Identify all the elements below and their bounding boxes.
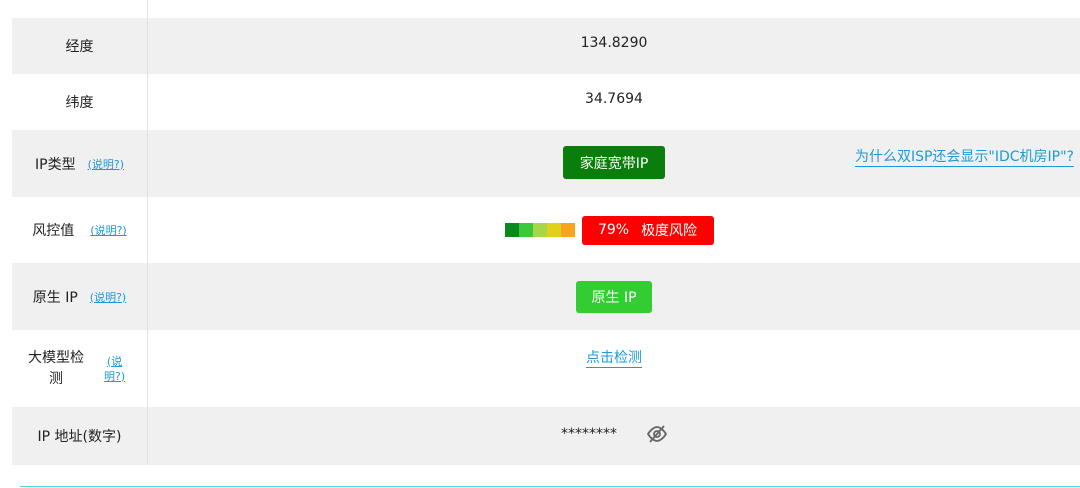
native-ip-label: 原生 IP (说明?)	[12, 263, 148, 330]
native-ip-value-cell: 原生 IP	[148, 263, 1080, 330]
table-row-native-ip: 原生 IP (说明?) 原生 IP	[12, 263, 1080, 330]
latitude-value-cell: 34.7694	[148, 74, 1080, 130]
llm-check-value-cell: 点击检测	[148, 330, 1080, 407]
risk-scale-segment-4	[546, 223, 561, 237]
ip-type-help-link[interactable]: (说明?)	[88, 156, 124, 172]
llm-check-link[interactable]: 点击检测	[586, 349, 642, 368]
ip-numeric-masked-value: ********	[561, 426, 617, 442]
llm-check-label-text: 大模型检 测	[28, 349, 84, 387]
longitude-value: 134.8290	[580, 35, 648, 51]
risk-scale-segment-5	[560, 223, 575, 237]
risk-score-badge: 79% 极度风险	[581, 215, 714, 245]
llm-check-help-link[interactable]: (说 明?)	[104, 354, 125, 384]
ip-numeric-label-text: IP 地址(数字)	[37, 429, 122, 445]
ip-type-badge: 家庭宽带IP	[563, 146, 665, 179]
eye-off-icon[interactable]	[647, 425, 667, 443]
ip-numeric-value-cell: ********	[148, 407, 1080, 465]
longitude-label: 经度	[12, 18, 148, 74]
risk-label: 风控值 (说明?)	[12, 197, 148, 263]
native-ip-label-text: 原生 IP	[32, 289, 78, 306]
risk-score-value: 79%	[597, 222, 630, 238]
ip-info-table: 经度 134.8290 纬度 34.7694 IP类型 (说明?) 家庭宽带IP…	[12, 0, 1080, 465]
llm-check-label: 大模型检 测 (说 明?)	[12, 330, 148, 407]
risk-scale-segment-1	[504, 223, 519, 237]
native-ip-help-link[interactable]: (说明?)	[90, 289, 126, 305]
longitude-label-text: 经度	[65, 39, 94, 55]
risk-value-cell: 79% 极度风险	[148, 197, 1080, 263]
native-ip-badge: 原生 IP	[576, 280, 652, 313]
latitude-label: 纬度	[12, 74, 148, 130]
ip-numeric-label: IP 地址(数字)	[12, 407, 148, 465]
table-row-ip-type: IP类型 (说明?) 家庭宽带IP 为什么双ISP还会显示"IDC机房IP"?	[12, 130, 1080, 197]
risk-scale-bar	[504, 223, 575, 237]
divider-line	[20, 486, 1080, 487]
table-row-llm-check: 大模型检 测 (说 明?) 点击检测	[12, 330, 1080, 407]
table-row-partial	[12, 0, 1080, 18]
risk-scale-segment-3	[532, 223, 547, 237]
table-row-risk: 风控值 (说明?) 79% 极度风险	[12, 197, 1080, 263]
latitude-label-text: 纬度	[65, 95, 94, 111]
longitude-value-cell: 134.8290	[148, 18, 1080, 74]
risk-level-text: 极度风险	[641, 223, 698, 239]
ip-type-label: IP类型 (说明?)	[12, 130, 148, 197]
latitude-value: 34.7694	[585, 91, 643, 107]
risk-label-text: 风控值	[32, 223, 75, 239]
ip-type-label-text: IP类型	[35, 156, 76, 173]
table-row-ip-numeric: IP 地址(数字) ********	[12, 407, 1080, 465]
risk-scale-segment-2	[518, 223, 533, 237]
value-cell	[148, 0, 1080, 18]
label-cell	[12, 0, 148, 18]
risk-help-link[interactable]: (说明?)	[90, 222, 126, 238]
dual-isp-idc-link[interactable]: 为什么双ISP还会显示"IDC机房IP"?	[854, 149, 1074, 167]
table-row-latitude: 纬度 34.7694	[12, 74, 1080, 130]
ip-type-value-cell: 家庭宽带IP 为什么双ISP还会显示"IDC机房IP"?	[148, 130, 1080, 197]
table-row-longitude: 经度 134.8290	[12, 18, 1080, 74]
